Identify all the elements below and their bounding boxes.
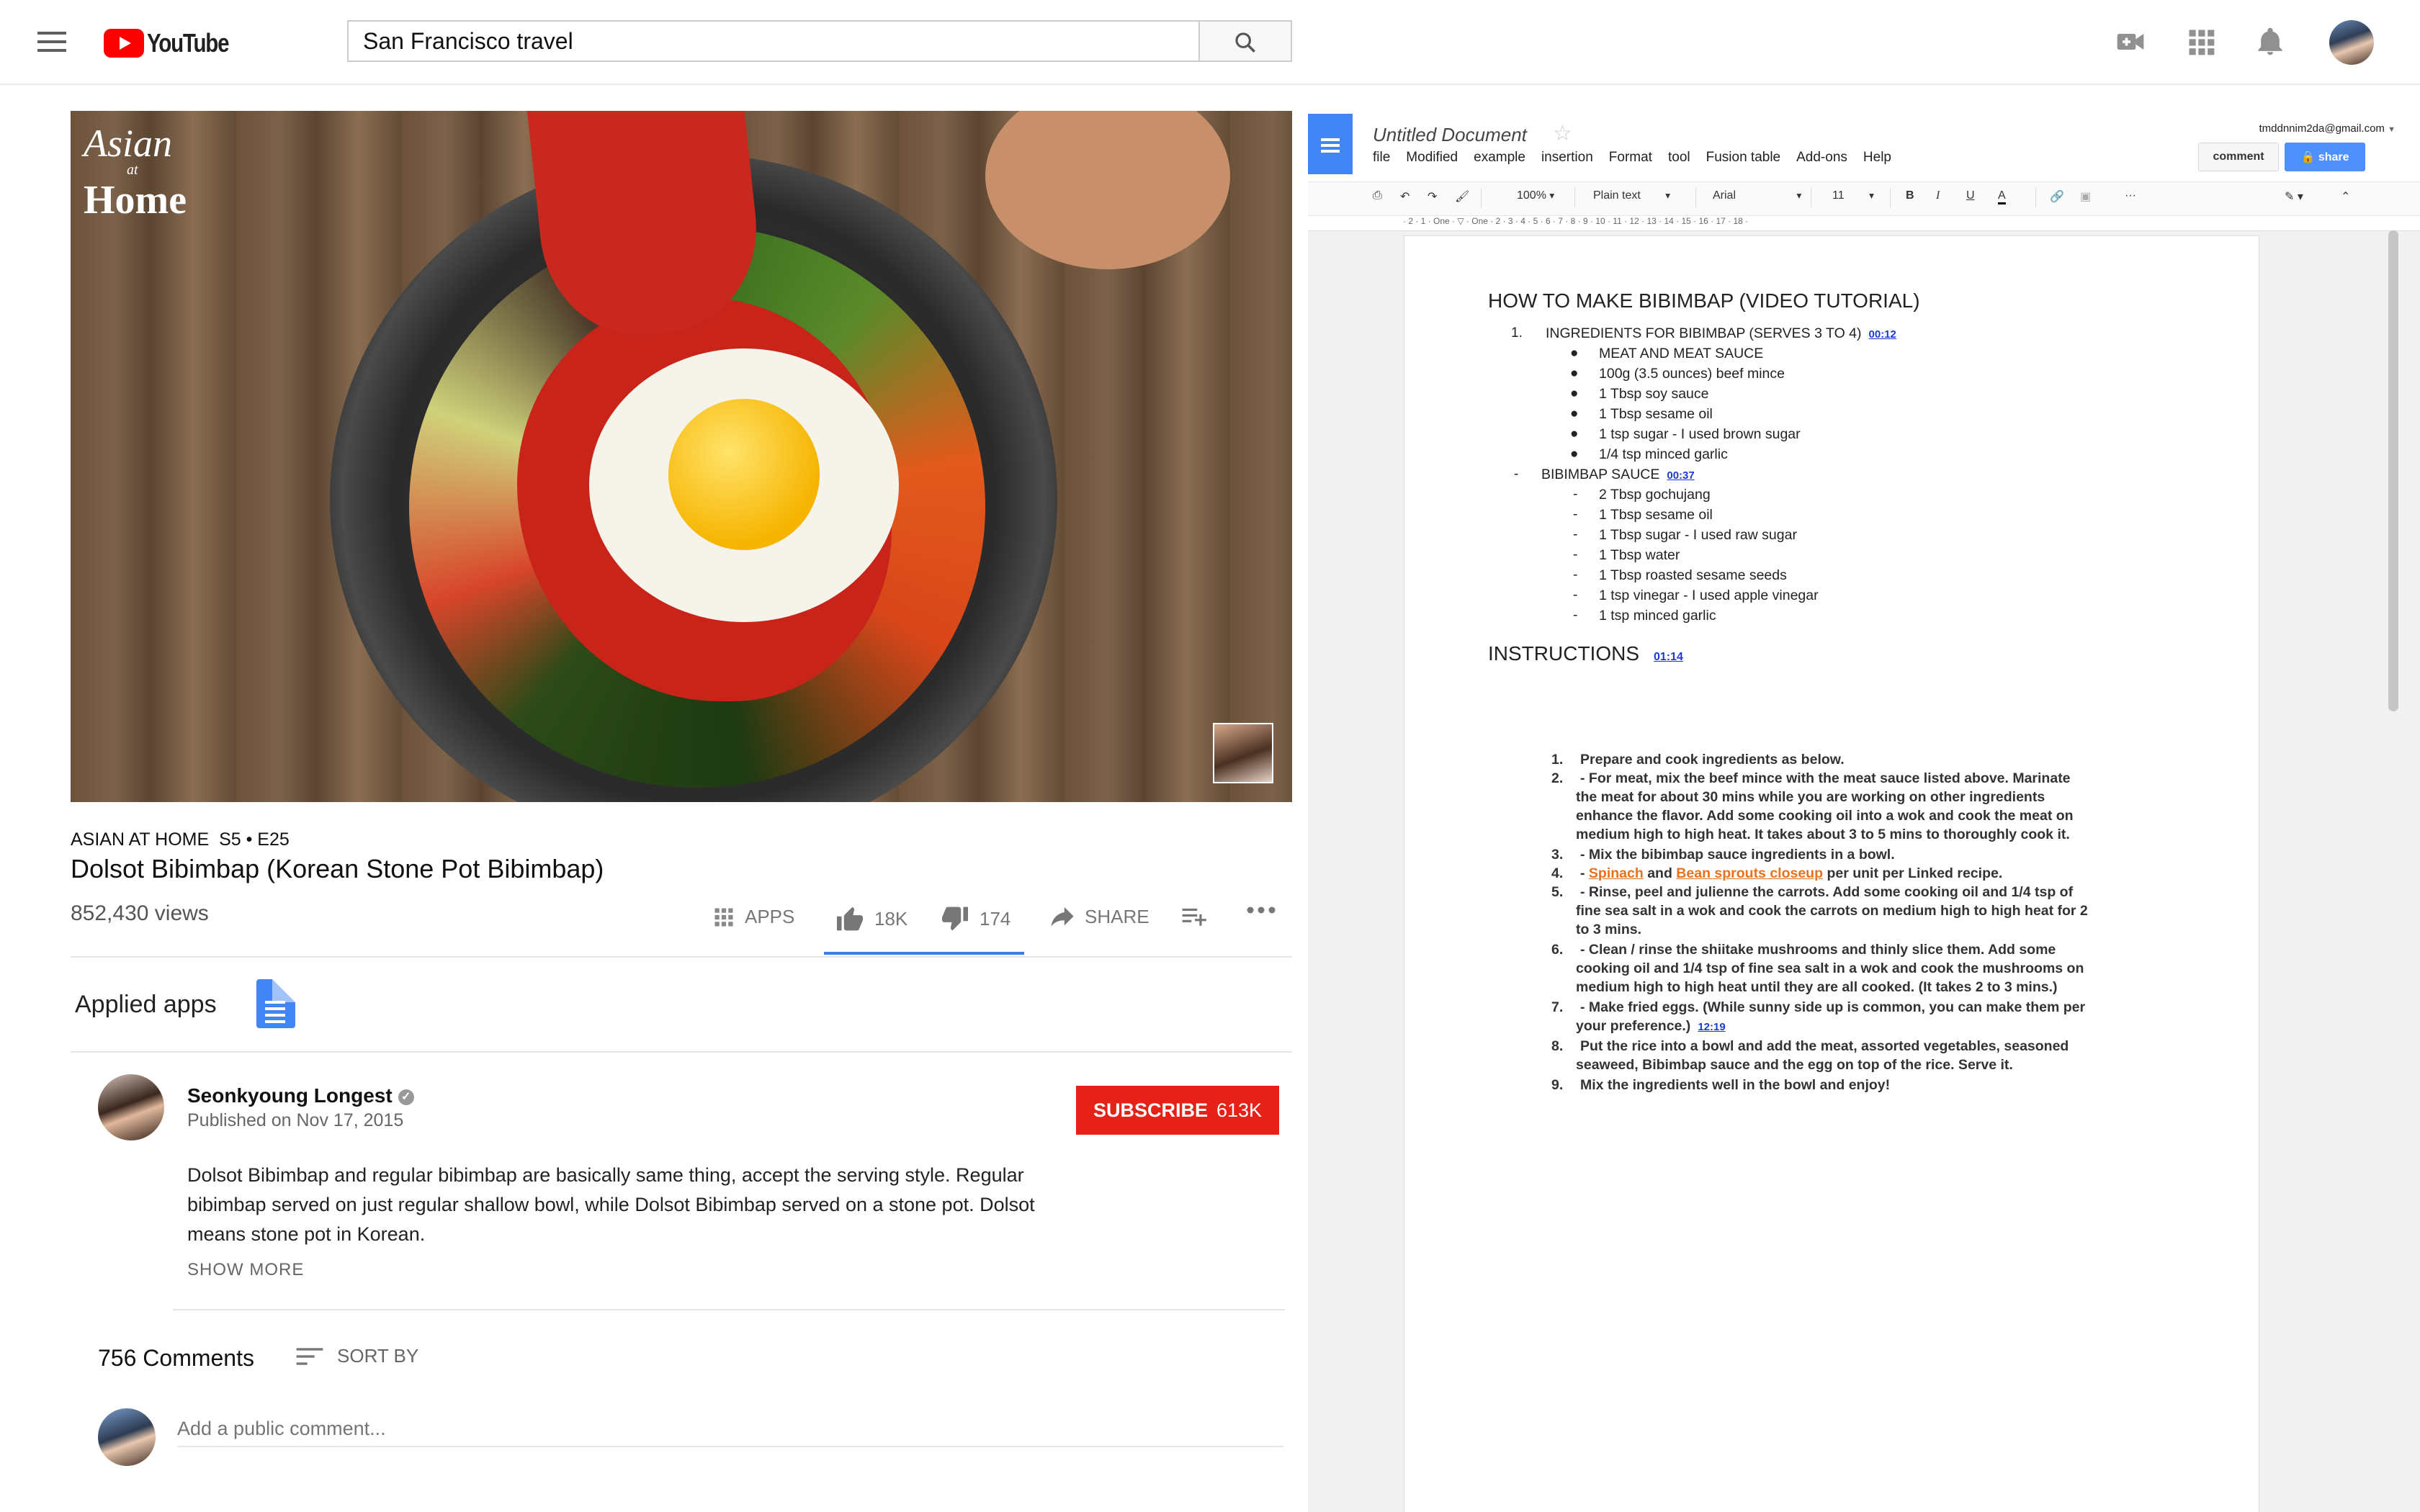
apps-grid-icon[interactable]: [2185, 26, 2217, 58]
search-input[interactable]: [349, 22, 1184, 60]
subscribe-button[interactable]: SUBSCRIBE 613K: [1076, 1086, 1279, 1135]
step-6-line: medium high to high heat until they are …: [1576, 979, 2058, 995]
channel-name[interactable]: Seonkyoung Longest ✓: [187, 1084, 414, 1107]
thumbs-up-icon: [837, 906, 863, 931]
step-8-line: seaweed, Bibimbap sauce and the egg on t…: [1576, 1057, 2013, 1073]
step-2-line: the meat for about 30 mins while you are…: [1576, 789, 2045, 805]
step-2-line: enhance the flavor. Add some cooking oil…: [1576, 808, 2074, 824]
video-yolk: [668, 399, 820, 550]
more-horizontal-icon: [1247, 906, 1276, 914]
dislike-button[interactable]: 174: [941, 906, 1010, 932]
sort-icon: [296, 1347, 323, 1365]
divider: [71, 956, 1292, 958]
spinach-link[interactable]: Spinach: [1589, 865, 1644, 881]
step-6-line: cooking oil and 1/4 tsp of fine sea salt…: [1576, 960, 2084, 976]
divider: [71, 1051, 1292, 1053]
bell-icon[interactable]: [2254, 26, 2286, 58]
channel-watermark: Asian at Home: [84, 122, 187, 222]
channel-thumbnail-overlay[interactable]: [1213, 723, 1273, 783]
show-info[interactable]: ASIAN AT HOME S5 • E25: [71, 829, 290, 850]
verified-icon: ✓: [398, 1089, 414, 1105]
step-3: - Mix the bibimbap sauce ingredients in …: [1580, 847, 1895, 863]
like-button[interactable]: 18K: [835, 906, 908, 932]
commenter-avatar: [98, 1408, 156, 1466]
sort-by-button[interactable]: SORT BY: [295, 1345, 418, 1367]
apps-label: APPS: [745, 906, 795, 927]
google-docs-icon[interactable]: [256, 979, 295, 1028]
divider: [173, 1309, 1285, 1310]
search-icon: [1235, 32, 1255, 53]
step-5: - Rinse, peel and julienne the carrots. …: [1580, 884, 2074, 900]
apps-grid-icon: [714, 908, 733, 926]
search-button[interactable]: [1198, 20, 1292, 62]
step-7: - Make fried eggs. (While sunny side up …: [1580, 999, 2086, 1015]
video-description: Dolsot Bibimbap and regular bibimbap are…: [187, 1164, 1035, 1245]
show-more-button[interactable]: SHOW MORE: [187, 1260, 304, 1280]
add-video-icon[interactable]: [2115, 26, 2146, 58]
channel-avatar[interactable]: [98, 1074, 164, 1140]
comment-input[interactable]: [177, 1411, 1283, 1447]
search-box[interactable]: [347, 20, 1200, 62]
add-to-playlist-icon: [1182, 908, 1206, 926]
step-6: - Clean / rinse the shiitake mushrooms a…: [1580, 942, 2056, 958]
step-2-line: medium high to high heat. It takes about…: [1576, 827, 2070, 842]
bean-sprouts-link[interactable]: Bean sprouts closeup: [1676, 865, 1823, 881]
thumbs-down-icon: [942, 906, 968, 931]
subscriber-count: 613K: [1216, 1099, 1263, 1121]
step-9: Mix the ingredients well in the bowl and…: [1580, 1077, 1891, 1093]
instructions-list: 1. Prepare and cook ingredients as below.…: [1551, 752, 2088, 1093]
step-5-line: fine sea salt in a wok and cook the carr…: [1576, 903, 2088, 919]
apps-button[interactable]: APPS: [713, 906, 794, 928]
google-docs-panel: Untitled Document ☆ file Modified exampl…: [1308, 112, 2420, 1512]
dislike-count: 174: [980, 907, 1011, 930]
video-hand: [985, 111, 1230, 269]
youtube-logo[interactable]: YouTube: [104, 27, 246, 59]
step-1: Prepare and cook ingredients as below.: [1580, 752, 1845, 768]
view-count: 852,430 views: [71, 901, 209, 925]
hamburger-icon[interactable]: [37, 32, 66, 53]
publish-date: Published on Nov 17, 2015: [187, 1110, 404, 1130]
more-options-button[interactable]: [1246, 906, 1286, 914]
like-ratio-bar: [824, 952, 1024, 955]
video-player[interactable]: Asian at Home: [71, 111, 1292, 802]
avatar[interactable]: [2329, 20, 2374, 65]
video-title: Dolsot Bibimbap (Korean Stone Pot Bibimb…: [71, 854, 604, 883]
step-5-line: to 3 mins.: [1576, 922, 1642, 937]
add-to-playlist-button[interactable]: [1181, 906, 1219, 927]
step-7-line: your preference.) 12:19: [1576, 1018, 1726, 1034]
timestamp-link[interactable]: 12:19: [1698, 1021, 1725, 1033]
logo-text: YouTube: [147, 28, 230, 58]
share-arrow-icon: [1051, 906, 1074, 927]
applied-apps-label: Applied apps: [75, 991, 217, 1018]
share-label: SHARE: [1085, 906, 1150, 927]
share-button[interactable]: SHARE: [1050, 906, 1150, 928]
like-count: 18K: [874, 907, 908, 930]
step-8: Put the rice into a bowl and add the mea…: [1580, 1038, 2069, 1054]
comments-count: 756 Comments: [98, 1345, 254, 1371]
youtube-play-icon: [104, 29, 144, 58]
youtube-header: YouTube: [0, 0, 2420, 85]
step-2: - For meat, mix the beef mince with the …: [1580, 770, 2071, 786]
step-4: - Spinach and Bean sprouts closeup per u…: [1580, 865, 2003, 881]
